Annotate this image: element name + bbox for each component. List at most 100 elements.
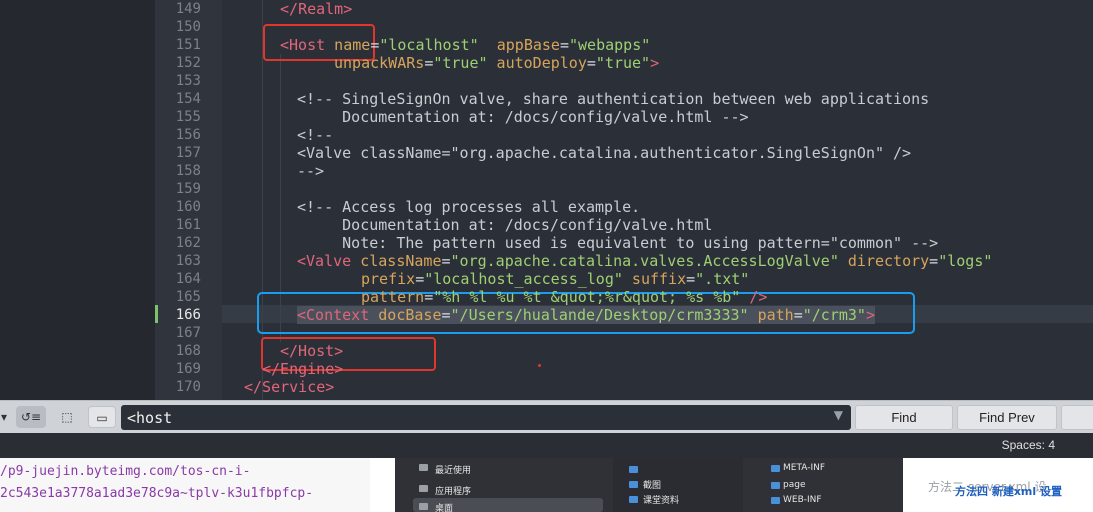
code-token: autoDeploy: [487, 54, 587, 72]
find-button[interactable]: Find: [855, 405, 953, 430]
finder-item-course-materials[interactable]: 课堂资料: [643, 493, 679, 506]
code-line: <!-- Access log processes all example.: [297, 198, 640, 216]
code-token: =: [586, 54, 596, 72]
code-token: <!--: [297, 126, 334, 144]
code-token: >: [650, 54, 660, 72]
find-prev-button[interactable]: Find Prev: [957, 405, 1057, 430]
code-line: <!-- SingleSignOn valve, share authentic…: [297, 90, 929, 108]
code-token: =: [424, 54, 434, 72]
apps-icon: [419, 485, 428, 492]
line-number: 167: [175, 325, 201, 341]
line-number: 154: [175, 91, 201, 107]
code-line: <Valve className="org.apache.catalina.au…: [297, 144, 911, 162]
code-token: =: [424, 288, 434, 306]
code-token: <!-- SingleSignOn valve, share authentic…: [297, 90, 930, 108]
code-token: Realm: [298, 0, 344, 18]
folder-icon: [771, 465, 780, 472]
code-token: />: [740, 288, 768, 306]
code-token: <Context: [297, 306, 370, 324]
code-token: =: [441, 306, 451, 324]
code-token: "org.apache.catalina.valves.AccessLogVal…: [450, 252, 839, 270]
code-line: Note: The pattern used is equivalent to …: [297, 234, 938, 252]
article-link-text[interactable]: 方法四 新建xml 设置: [955, 483, 1062, 499]
finder-item-meta-inf[interactable]: META-INF: [783, 463, 825, 473]
code-token: "webapps": [569, 36, 651, 54]
find-options-arrow-icon[interactable]: ▾: [0, 406, 8, 428]
code-line: Documentation at: /docs/config/valve.htm…: [297, 108, 749, 126]
code-token: "true": [595, 54, 651, 72]
line-number: 166: [175, 307, 201, 323]
finder-sidebar-recent[interactable]: 最近使用: [435, 463, 471, 476]
code-token: "/Users/hualande/Desktop/crm3333": [450, 306, 749, 324]
code-token: name: [325, 36, 371, 54]
finder-item-web-inf[interactable]: WEB-INF: [783, 495, 822, 505]
line-number: 168: [175, 343, 201, 359]
line-number: 152: [175, 55, 201, 71]
code-token: Documentation at: /docs/config/valve.htm…: [297, 108, 749, 126]
code-token: =: [370, 36, 380, 54]
code-token: <!-- Access log processes all example.: [297, 198, 641, 216]
line-number: 151: [175, 37, 201, 53]
finder-sidebar-applications[interactable]: 应用程序: [435, 484, 471, 497]
finder-item-screenshots[interactable]: 截图: [643, 478, 661, 491]
code-token: unpackWARs: [334, 54, 425, 72]
line-number: 160: [175, 199, 201, 215]
find-bar: ▾ ↺≡ ⬚ ▭ ▼ Find Find Prev: [0, 400, 1093, 433]
code-token: "localhost_access_log": [424, 270, 623, 288]
code-line: <Context docBase="/Users/hualande/Deskto…: [297, 306, 875, 324]
code-line: </Service>: [244, 378, 334, 396]
code-token: Note: The pattern used is equivalent to …: [297, 234, 939, 252]
code-editor[interactable]: 149 </Realm> 150 151 <Host name="localhost" …: [0, 0, 1093, 400]
code-token: className: [351, 252, 442, 270]
line-number: 169: [175, 361, 201, 377]
finder-column-2: 截图 课堂资料: [613, 458, 743, 512]
code-token: pattern: [361, 288, 425, 306]
code-token: <Valve: [297, 252, 352, 270]
finder-window: 最近使用 应用程序 桌面 截图 课堂资料 META-INF page WEB-I…: [395, 458, 903, 512]
indentation-setting[interactable]: Spaces: 4: [1002, 438, 1055, 452]
code-token: =: [559, 36, 569, 54]
code-line: <Valve className="org.apache.catalina.va…: [297, 252, 992, 270]
code-token: appBase: [478, 36, 560, 54]
highlight-matches-icon[interactable]: ▭: [88, 406, 116, 428]
code-token: <Host: [280, 36, 326, 54]
code-token: </Engine>: [262, 360, 344, 378]
find-history-dropdown-icon[interactable]: ▼: [834, 408, 843, 422]
line-number: 150: [175, 19, 201, 35]
code-token: =: [415, 270, 425, 288]
code-token: </: [280, 0, 299, 18]
line-number: 164: [175, 271, 201, 287]
background-window-strip: /p9-juejin.byteimg.com/tos-cn-i- 2c543e1…: [0, 458, 1093, 512]
code-token: </Host>: [280, 342, 344, 360]
code-token: directory: [838, 252, 930, 270]
url-line-2: 2c543e1a3778a1ad3e78c9a~tplv-k3u1fbpfcp-: [0, 486, 314, 501]
line-number: 157: [175, 145, 201, 161]
find-all-button[interactable]: [1061, 405, 1093, 430]
line-number: 149: [175, 1, 201, 17]
wrap-toggle-icon[interactable]: ↺≡: [16, 406, 46, 428]
status-bar: Spaces: 4: [0, 433, 1093, 458]
code-token: path: [748, 306, 794, 324]
editor-side-panel: [0, 0, 155, 400]
code-line: Documentation at: /docs/config/valve.htm…: [297, 216, 712, 234]
find-input[interactable]: [127, 405, 817, 430]
line-number: 170: [175, 379, 201, 395]
in-selection-icon[interactable]: ⬚: [54, 406, 80, 428]
code-token: >: [343, 0, 353, 18]
code-line: </Engine>: [262, 360, 343, 378]
finder-item-page[interactable]: page: [783, 480, 805, 490]
folder-icon: [629, 466, 638, 473]
folder-icon: [771, 482, 780, 489]
code-token: suffix: [622, 270, 687, 288]
code-token: "logs": [938, 252, 993, 270]
code-token: =: [686, 270, 696, 288]
folder-icon: [629, 481, 638, 488]
code-token: Documentation at: /docs/config/valve.htm…: [297, 216, 713, 234]
finder-sidebar-desktop[interactable]: 桌面: [435, 501, 453, 512]
line-number: 153: [175, 73, 201, 89]
code-line: -->: [297, 162, 324, 180]
code-token: =: [441, 252, 451, 270]
code-token: =: [793, 306, 803, 324]
browser-url-text: /p9-juejin.byteimg.com/tos-cn-i- 2c543e1…: [0, 458, 370, 512]
code-token: >: [865, 306, 875, 324]
